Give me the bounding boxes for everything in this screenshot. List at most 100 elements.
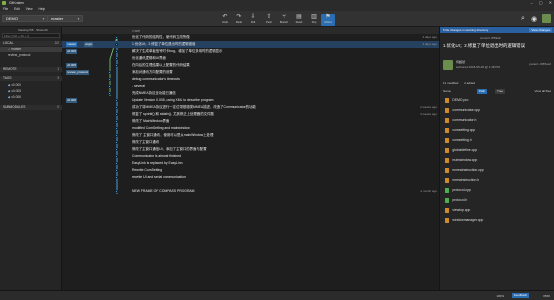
sidebar-item-review-protocol[interactable]: review_protocol <box>8 53 60 58</box>
avatar[interactable] <box>542 14 551 23</box>
commit-node <box>115 112 119 117</box>
table-row[interactable]: EasyLink is replaced by EasyLinn <box>62 160 439 167</box>
commit-node <box>115 147 119 152</box>
branch-button[interactable]: ⑂ Branch <box>277 14 291 26</box>
view-all-files-checkbox[interactable]: View all files <box>535 88 551 94</box>
path-view-button[interactable]: Path <box>477 88 488 94</box>
search-icon[interactable]: ⌕ <box>521 15 525 23</box>
section-remote[interactable]: REMOTE 1 <box>0 67 62 72</box>
list-item[interactable]: communicator.h <box>445 117 476 124</box>
table-row[interactable]: v0.005 在向后的生理结果以上配置的代码结果 <box>62 62 439 69</box>
menu-edit[interactable]: Edit <box>14 7 20 11</box>
redo-button[interactable]: ↷ Redo <box>232 14 246 26</box>
table-row[interactable]: 完成NMEA协议全功能已通信 <box>62 90 439 97</box>
table-row[interactable]: 成功了将MMEA协议进行一定位带基德类MMEA描述，改造了Communicato… <box>62 104 439 111</box>
table-row[interactable]: - several <box>62 83 439 90</box>
list-item[interactable]: protocol.h <box>445 197 467 204</box>
added-icon <box>445 198 450 203</box>
feedback-button[interactable]: Feedback <box>511 293 529 298</box>
pull-button[interactable]: ⇩ Pull <box>246 14 260 26</box>
branch-label[interactable]: master <box>66 42 78 47</box>
list-item[interactable]: comsetting.h <box>445 137 472 144</box>
table-row[interactable]: NEW FRAME OF COMPASS PROGRAM a month ago <box>62 188 439 195</box>
table-row[interactable]: Communicator is almost finished <box>62 153 439 160</box>
list-item[interactable]: nmeainstruction.h <box>445 177 479 184</box>
menu-view[interactable]: View <box>26 7 33 11</box>
stash-button[interactable]: ▤ Stash <box>292 14 306 26</box>
status-bar: 100% Feedback PRO <box>0 290 554 300</box>
tag-label[interactable]: v0.000 <box>66 98 78 103</box>
table-row[interactable]: rewrite UI and serial communication <box>62 174 439 181</box>
pro-badge[interactable]: PRO <box>543 294 550 298</box>
table-row[interactable]: 修改了 MainWindow界面 <box>62 118 439 125</box>
table-row[interactable]: 修改了 主窗口通讯，使用可以是从mainWindow上处理 <box>62 132 439 139</box>
table-row[interactable]: 优化了代码的结构性，使代码立改所做 4 days ago <box>62 34 439 41</box>
commit-node <box>115 126 119 131</box>
table-row[interactable]: master origin 1.优化UI；2.修复了单位退出时的逻辑错误 4 d… <box>62 41 439 48</box>
viewing-status[interactable]: Viewing 5/5 · Show All <box>18 28 48 32</box>
commit-graph: 优化了代码的结构性，使代码立改所做 4 days ago master orig… <box>62 34 439 290</box>
modified-icon <box>445 158 450 163</box>
sidebar-item-tag[interactable]: ◆ v0.000 <box>8 83 60 88</box>
table-row[interactable]: review_protocol 添加对通讯方向配置的设置 <box>62 69 439 76</box>
list-item[interactable]: viewtop.cpp <box>445 207 470 214</box>
added-icon <box>445 188 450 193</box>
avatar <box>443 60 453 70</box>
list-item[interactable]: globaldefine.cpp <box>445 147 477 154</box>
table-row[interactable]: v0.006 解决了生成单板信号时卡bug，增加了单位多用时的逻辑显示 <box>62 48 439 55</box>
pop-icon: ▥ <box>311 14 317 20</box>
wip-label[interactable]: // WIP <box>132 29 140 33</box>
commit-node <box>115 175 119 180</box>
table-row[interactable]: Rewrite ComSetting <box>62 167 439 174</box>
table-row[interactable]: 优化通讯逻辑和UI界面 <box>62 55 439 62</box>
tree-view-button[interactable]: Tree <box>495 88 506 94</box>
sidebar-item-master[interactable]: ✓ master <box>0 47 62 52</box>
notifications-icon[interactable]: ◉ <box>531 15 537 23</box>
sidebar-item-tag[interactable]: ◆ v0.006 <box>8 95 60 100</box>
section-submodules[interactable]: SUBMODULES 0 <box>0 105 62 110</box>
sidebar-item-tag[interactable]: ◆ v0.005 <box>8 89 60 94</box>
list-item[interactable]: communicator.cpp <box>445 107 480 114</box>
commit-sha[interactable]: commit: 8f53a6 <box>480 36 501 40</box>
commit-node <box>108 84 112 89</box>
table-row[interactable]: 修改了主窗口通讯 <box>62 139 439 146</box>
table-row[interactable]: modified ComSetting and mainwindow <box>62 125 439 132</box>
section-local[interactable]: LOCAL 2/2 <box>0 41 62 46</box>
table-row[interactable]: debug communicator's timeouts <box>62 76 439 83</box>
commit-node <box>115 98 119 103</box>
parent-sha[interactable]: parent: c887ac2 <box>529 62 551 66</box>
view-changes-button[interactable]: View changes <box>529 28 552 32</box>
table-row[interactable]: 修复了 sprintf() 和 stdafx(), 尤其修正上处理器的文件题 3… <box>62 111 439 118</box>
push-button[interactable]: ⇧ Push <box>262 14 276 26</box>
repo-selector[interactable]: DEMO ▼ <box>2 15 48 22</box>
gitflow-button[interactable]: ⚑ Gitflow <box>321 14 335 26</box>
undo-button[interactable]: ↶ Undo <box>218 14 232 26</box>
tag-label[interactable]: v0.006 <box>66 49 78 54</box>
menu-help[interactable]: Help <box>39 7 46 11</box>
commit-detail-panel: 5 file changes in working directory View… <box>439 27 554 290</box>
filter-input[interactable]: Filter (Ctrl + Alt + f) <box>2 33 60 38</box>
table-row[interactable]: 修改了主窗口通信UI，添加了主窗口的界面与配置 <box>62 146 439 153</box>
list-item[interactable]: windowmanager.cpp <box>445 217 483 224</box>
section-tags[interactable]: TAGS 3 <box>0 76 62 81</box>
chevron-down-icon: ▼ <box>77 16 80 21</box>
list-item[interactable]: mmeainstruction.cpp <box>445 167 484 174</box>
list-item[interactable]: protocol.cpp <box>445 187 471 194</box>
table-row[interactable]: v0.000 Update Version 0.005, using XML t… <box>62 97 439 104</box>
list-item[interactable]: mainwindow.cpp <box>445 157 477 164</box>
pop-button[interactable]: ▥ Pop <box>307 14 321 26</box>
list-item[interactable]: DEMO.pro <box>445 97 468 104</box>
toolbar: DEMO ▼ master ▼ ↶ Undo ↷ Redo ⇩ Pull ⇧ Push … <box>0 11 554 27</box>
chevron-down-icon: ▼ <box>42 16 45 21</box>
list-item[interactable]: comsetting.cpp <box>445 127 475 134</box>
zoom-level[interactable]: 100% <box>496 294 504 298</box>
branch-selector[interactable]: master ▼ <box>47 15 83 22</box>
wip-banner: 5 file changes in working directory View… <box>440 27 554 33</box>
commit-node <box>115 161 119 166</box>
menu-file[interactable]: File <box>3 7 8 11</box>
tag-label[interactable]: v0.005 <box>66 63 78 68</box>
author-name: 何超然 <box>456 60 466 64</box>
branch-label[interactable]: review_protocol <box>66 70 90 75</box>
commit-node <box>115 133 119 138</box>
remote-label[interactable]: origin <box>84 42 94 47</box>
